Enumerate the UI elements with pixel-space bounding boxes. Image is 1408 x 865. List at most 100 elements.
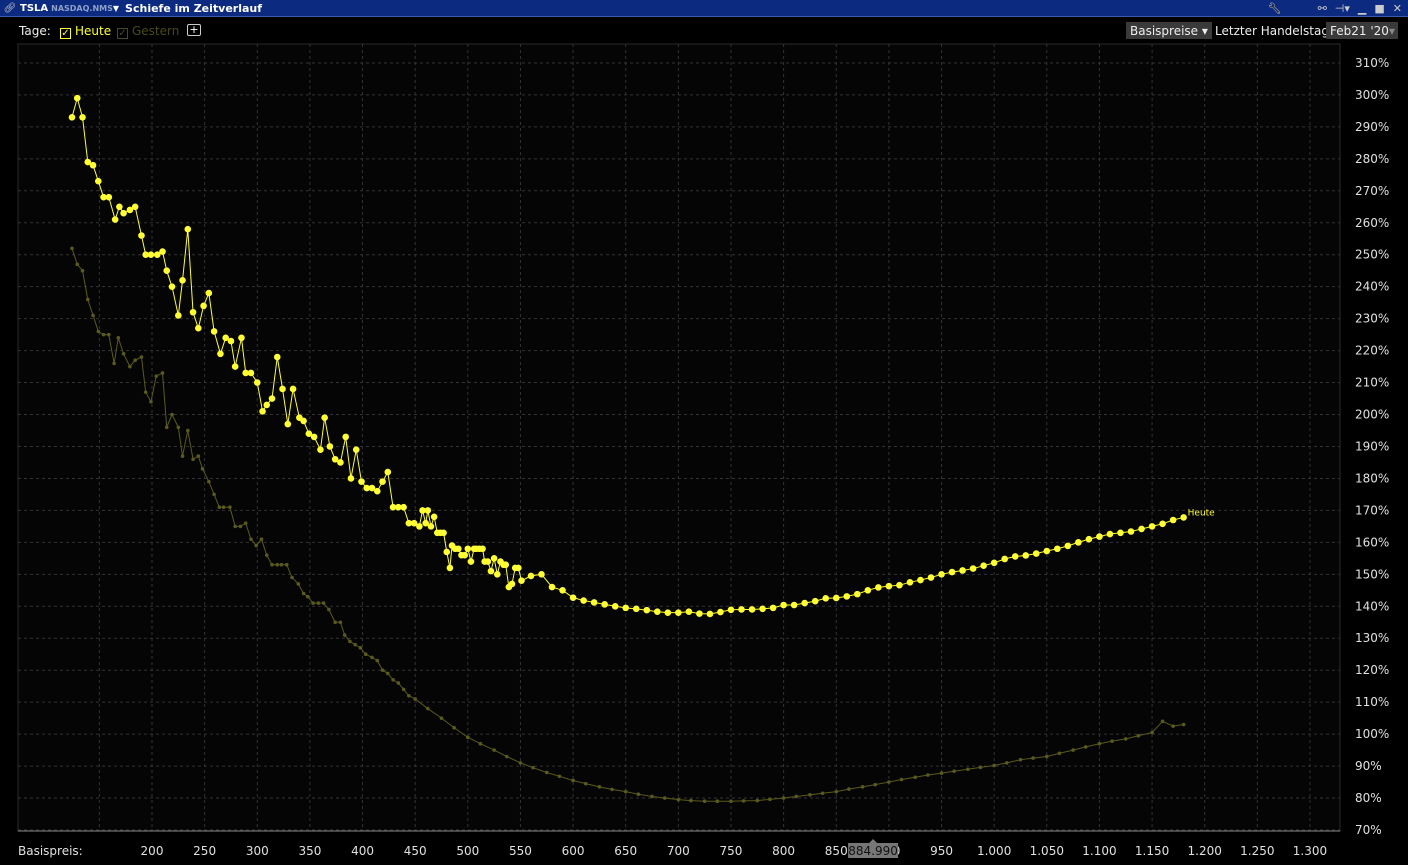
data-point [254, 543, 259, 548]
data-point [79, 113, 86, 121]
data-point [738, 606, 745, 613]
data-point [559, 587, 566, 594]
data-point [1071, 748, 1075, 752]
data-point [326, 443, 334, 450]
x-tick-label: 650 [614, 844, 637, 858]
data-point [147, 251, 155, 259]
data-point [217, 505, 222, 510]
data-point [1138, 525, 1145, 533]
data-point [969, 565, 977, 572]
data-point [247, 369, 255, 377]
y-tick-label: 240% [1355, 280, 1389, 294]
data-point [133, 358, 137, 362]
data-point [120, 209, 127, 217]
x-tick-label: 950 [930, 844, 953, 858]
y-tick-label: 190% [1355, 439, 1389, 453]
data-point [96, 329, 101, 334]
y-tick-label: 310% [1355, 56, 1389, 70]
data-point [875, 584, 882, 591]
data-point [413, 697, 417, 701]
data-point [727, 606, 735, 614]
y-tick-label: 180% [1355, 471, 1389, 485]
data-point [273, 353, 281, 361]
data-point [650, 794, 654, 799]
data-point [748, 606, 756, 613]
y-tick-label: 250% [1355, 248, 1389, 262]
data-point [149, 399, 153, 404]
y-tick-label: 260% [1355, 216, 1389, 230]
data-point [1136, 733, 1141, 738]
data-point [490, 555, 498, 562]
data-point [259, 537, 264, 541]
data-point [623, 789, 628, 794]
data-point [233, 524, 237, 529]
y-tick-label: 90% [1355, 759, 1382, 773]
data-point [1106, 530, 1114, 538]
data-point [873, 782, 878, 787]
skew-chart[interactable]: 70% 80% 90% 100% 110% 120% 130% 140% 150% 160% 170… [0, 0, 1408, 865]
data-point [548, 583, 556, 591]
data-point [478, 741, 483, 746]
data-point [487, 567, 495, 575]
data-point [1001, 555, 1008, 563]
x-tick-label: 1.250 [1240, 844, 1274, 858]
data-point [467, 558, 475, 565]
data-point [363, 652, 368, 657]
data-point [1085, 535, 1093, 543]
data-point [966, 767, 970, 772]
data-point [601, 601, 608, 608]
data-point [689, 798, 693, 803]
data-point [85, 297, 90, 302]
data-point [864, 587, 872, 594]
data-point [1180, 514, 1187, 521]
data-point [321, 601, 326, 605]
data-point [184, 225, 192, 233]
data-point [632, 605, 640, 613]
data-point [538, 571, 545, 578]
data-point [275, 562, 280, 567]
data-point [759, 605, 766, 613]
data-point [180, 454, 185, 458]
data-point [139, 355, 144, 359]
data-point [1160, 719, 1165, 724]
data-point [379, 478, 386, 485]
x-tick-label: 400 [351, 844, 374, 858]
data-point [73, 94, 81, 102]
x-tick-label: 350 [298, 844, 321, 858]
data-point [446, 564, 454, 572]
data-point [207, 479, 211, 484]
x-tick-label: 1.300 [1293, 844, 1327, 858]
data-point [401, 687, 406, 692]
data-point [342, 433, 349, 441]
y-tick-label: 100% [1355, 727, 1389, 741]
plot-area [17, 43, 1341, 832]
data-point [939, 771, 944, 775]
data-point [571, 778, 575, 783]
y-tick-label: 230% [1355, 312, 1389, 326]
data-point [427, 523, 435, 530]
data-point [1096, 533, 1103, 540]
y-tick-label: 110% [1355, 695, 1389, 709]
data-point [906, 579, 914, 586]
x-tick-label: 1.050 [1030, 844, 1064, 858]
data-point [1110, 739, 1114, 743]
data-point [780, 601, 787, 609]
data-point [1044, 754, 1049, 759]
data-point [296, 582, 301, 586]
data-point [1171, 724, 1175, 728]
data-point [321, 414, 328, 422]
data-point [327, 607, 331, 612]
data-point [696, 610, 703, 617]
data-point [917, 576, 924, 584]
y-tick-label: 70% [1355, 823, 1382, 837]
data-point [400, 503, 407, 511]
data-point [729, 799, 733, 804]
data-point [1057, 751, 1062, 756]
y-tick-label: 80% [1355, 791, 1382, 805]
data-point [1097, 741, 1102, 746]
data-point [143, 390, 148, 394]
data-point [896, 581, 903, 589]
data-point [899, 777, 904, 782]
data-point [386, 671, 390, 676]
data-point [544, 770, 549, 775]
